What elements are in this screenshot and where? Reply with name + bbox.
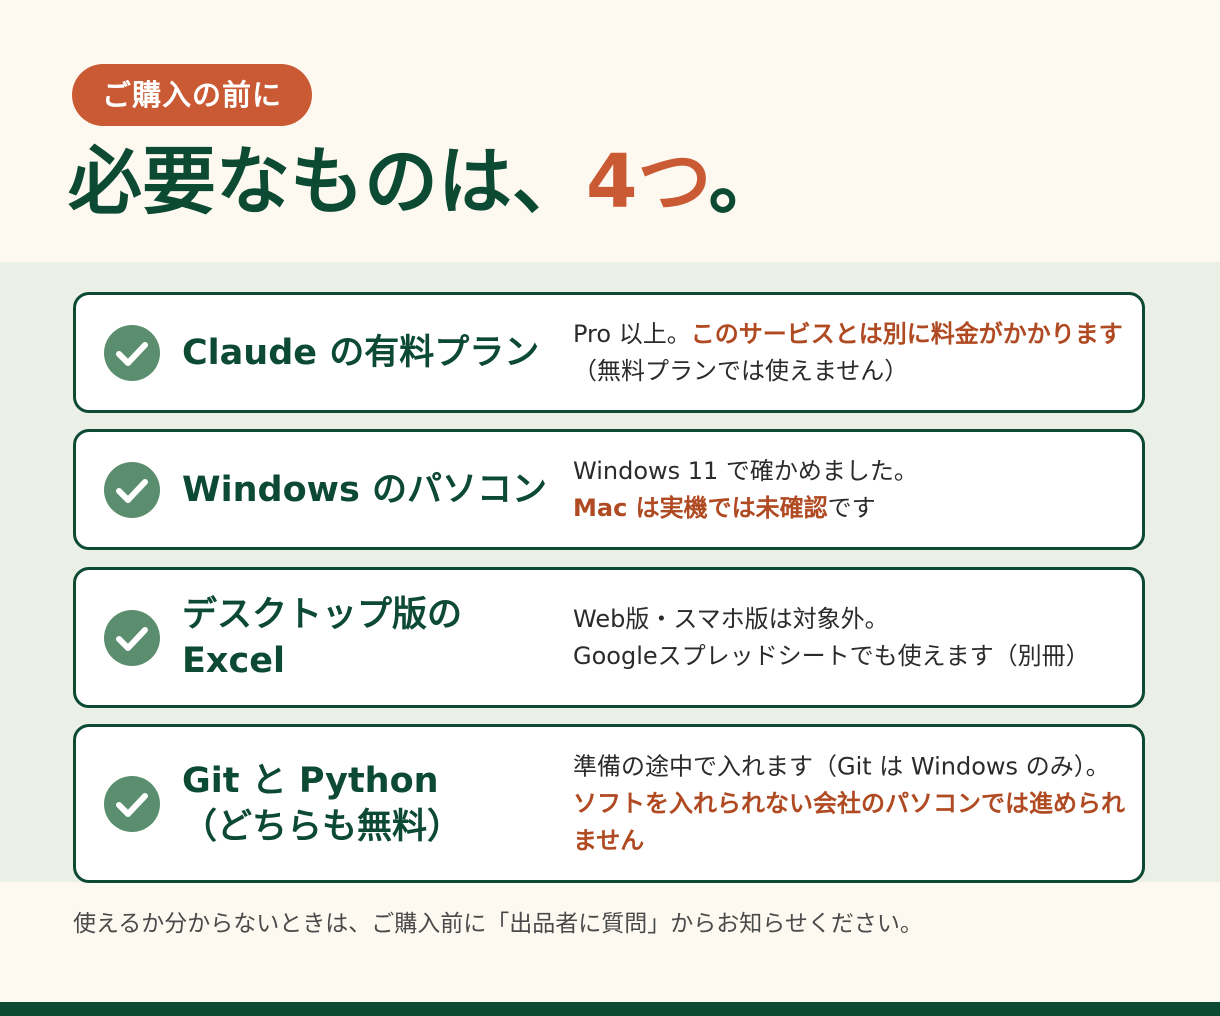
requirement-note-text: Windows 11 で確かめました。 bbox=[573, 456, 918, 485]
requirement-card: Git と Python （どちらも無料） 準備の途中で入れます（Git は Win… bbox=[73, 724, 1145, 883]
requirement-name: デスクトップ版の Excel bbox=[182, 592, 554, 684]
requirement-name-line: デスクトップ版の bbox=[182, 594, 463, 635]
requirement-note: Pro 以上。このサービスとは別に料金がかかります （無料プランでは使えません） bbox=[573, 316, 1129, 390]
requirement-note-warning: このサービスとは別に料金がかかります bbox=[690, 319, 1123, 348]
requirement-name-line: Excel bbox=[182, 640, 285, 681]
requirement-name-line: Claude の有料プラン bbox=[182, 332, 540, 373]
requirement-note-text: Googleスプレッドシートでも使えます（別冊） bbox=[573, 641, 1090, 670]
title-main: 必要なものは、 bbox=[68, 139, 586, 225]
requirement-name-line: Windows のパソコン bbox=[182, 469, 547, 510]
requirement-note-text: 準備の途中で入れます（Git は Windows のみ）。 bbox=[573, 752, 1110, 780]
requirement-name: Git と Python （どちらも無料） bbox=[182, 758, 554, 850]
requirement-name-line: （どちらも無料） bbox=[182, 806, 463, 847]
requirement-note-text: Web版・スマホ版は対象外。 bbox=[573, 604, 889, 633]
requirement-note-warning: Mac は実機では未確認 bbox=[573, 493, 828, 522]
requirement-card: デスクトップ版の Excel Web版・スマホ版は対象外。 Googleスプレッドシー… bbox=[73, 567, 1145, 708]
before-purchase-badge: ご購入の前に bbox=[72, 64, 313, 126]
check-circle-icon bbox=[104, 775, 160, 832]
requirement-card: Windows のパソコン Windows 11 で確かめました。 Mac は実機で… bbox=[73, 429, 1145, 550]
requirement-note: 準備の途中で入れます（Git は Windows のみ）。ソフトを入れられない会… bbox=[573, 748, 1129, 859]
check-circle-icon bbox=[104, 324, 160, 381]
title-count: 4つ bbox=[586, 139, 709, 225]
requirement-name: Windows のパソコン bbox=[182, 467, 554, 513]
requirement-card: Claude の有料プラン Pro 以上。このサービスとは別に料金がかかります （無… bbox=[73, 292, 1145, 413]
page-title: 必要なものは、4つ。 bbox=[68, 132, 783, 232]
requirement-note-warning: ソフトを入れられない会社のパソコンでは進められません bbox=[573, 789, 1125, 854]
requirement-note: Windows 11 で確かめました。 Mac は実機では未確認です bbox=[573, 453, 1129, 527]
footer-bar bbox=[0, 1002, 1220, 1016]
header-section: ご購入の前に 必要なものは、4つ。 bbox=[0, 0, 1220, 262]
requirement-note: Web版・スマホ版は対象外。 Googleスプレッドシートでも使えます（別冊） bbox=[573, 601, 1129, 675]
page: ご購入の前に 必要なものは、4つ。 Claude の有料プラン Pro 以上。この… bbox=[0, 0, 1220, 1016]
footer-note: 使えるか分からないときは、ご購入前に「出品者に質問」からお知らせください。 bbox=[73, 911, 923, 937]
check-circle-icon bbox=[104, 461, 160, 518]
check-circle-icon bbox=[104, 609, 160, 666]
requirement-note-text: （無料プランでは使えません） bbox=[573, 356, 909, 385]
requirement-note-text: Pro 以上。 bbox=[573, 319, 691, 348]
requirement-note-text: です bbox=[827, 493, 876, 522]
requirement-name: Claude の有料プラン bbox=[182, 330, 554, 376]
requirement-name-line: Git と Python bbox=[182, 760, 439, 801]
title-end: 。 bbox=[708, 139, 783, 225]
